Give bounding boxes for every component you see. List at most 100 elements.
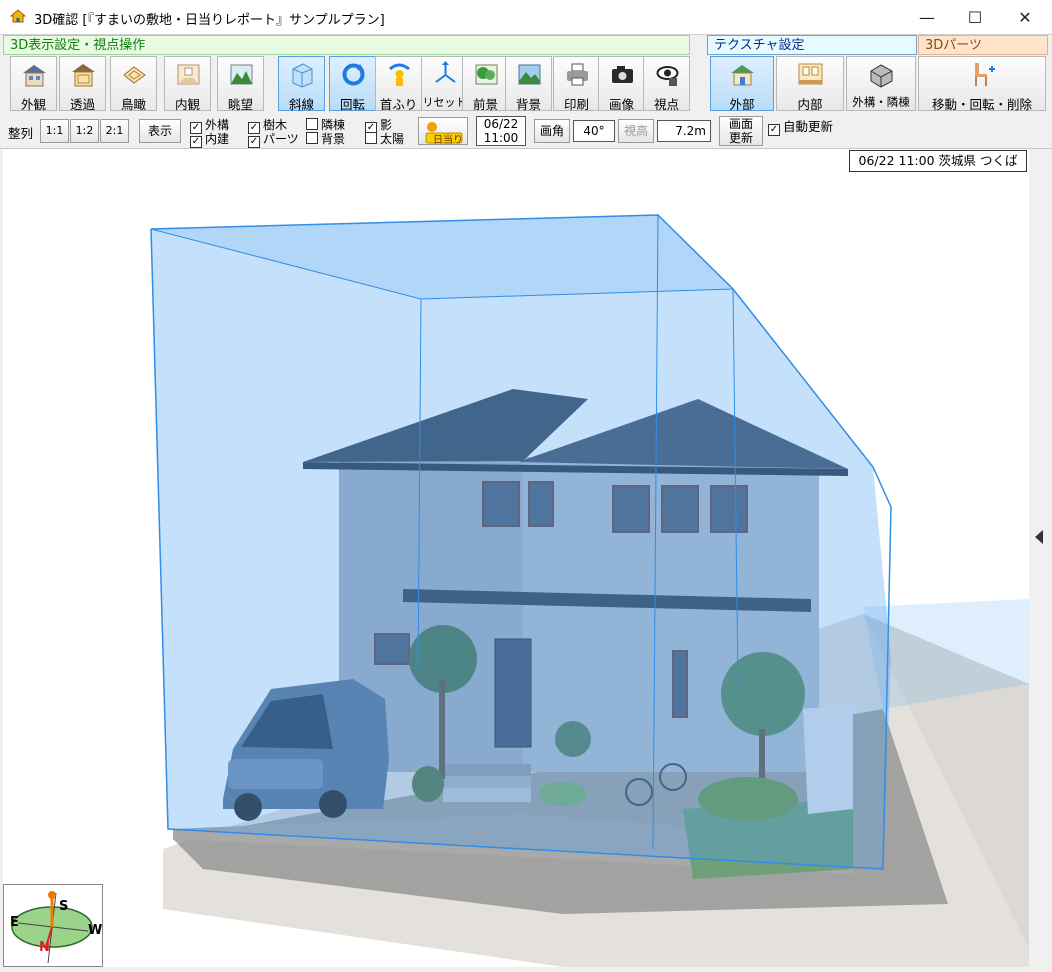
section-view-ops: 3D表示設定・視点操作 [3,35,690,55]
rotate-button[interactable]: 回転 [329,56,376,112]
interior-texture-icon [798,63,823,85]
printer-icon [567,63,588,86]
date-value: 06/22 [483,117,519,131]
checkbox-icon: ✓ [768,124,780,136]
sunlight-label: 日当り [433,135,463,146]
collapse-arrow-icon[interactable] [1033,529,1045,545]
check-background-label: 背景 [321,132,346,146]
exterior-structure-icon [870,64,893,88]
house-exterior-icon [23,65,46,87]
foreground-button[interactable]: 前景 [462,56,509,112]
oblique-line-button[interactable]: 斜線 [278,56,325,112]
exterior-texture-icon [731,65,754,86]
rotate-icon [342,63,365,86]
pan-head-icon [389,63,410,86]
check-built-in[interactable]: ✓ 内建 [190,130,229,148]
background-button[interactable]: 背景 [505,56,552,112]
birds-eye-icon [123,66,146,84]
interior-view-button[interactable]: 内観 [164,56,211,112]
background-icon [518,64,541,85]
compass-north: N [39,940,50,955]
section-3d-parts[interactable]: 3Dパーツ [918,35,1048,55]
ratio-1-1-button[interactable]: 1:1 [40,119,69,143]
foreground-label: 前景 [472,97,498,112]
exterior-texture-label: 外部 [729,97,755,112]
reset-icon [435,61,456,83]
auto-refresh-checkbox[interactable]: ✓ 自動更新 [768,116,833,136]
sunlight-button[interactable]: 日当り [418,117,468,146]
transparent-view-label: 透過 [69,97,95,112]
landscape-icon [230,64,253,85]
birds-eye-view-button[interactable]: 鳥瞰 [110,56,157,112]
display-button[interactable]: 表示 [139,119,181,143]
landscape-view-label: 眺望 [227,97,253,112]
exterior-texture-button[interactable]: 外部 [710,56,774,112]
landscape-view-button[interactable]: 眺望 [217,56,264,112]
move-rotate-delete-button[interactable]: 移動・回転・削除 [918,56,1046,112]
print-button[interactable]: 印刷 [553,56,600,112]
move-rotate-delete-label: 移動・回転・削除 [931,97,1032,112]
viewpoint-label: 視点 [653,97,679,112]
title-bar: 3D確認 [『すまいの敷地・日当りレポート』サンプルプラン] — ☐ ✕ [0,0,1052,35]
rotate-label: 回転 [339,97,365,112]
3d-viewport[interactable]: 06/22 11:00 茨城県 つくば [3,149,1029,967]
viewpoint-button[interactable]: 視点 [643,56,690,112]
exterior-view-button[interactable]: 外観 [10,56,57,112]
checkbox-icon: ✓ [248,136,260,148]
angle-input[interactable]: 40° [573,120,615,142]
oblique-line-label: 斜線 [288,97,314,112]
checkbox-icon [306,132,318,144]
eye-height-input[interactable]: 7.2m [657,120,711,142]
transparent-view-button[interactable]: 透過 [59,56,106,112]
reset-label: リセット [422,96,467,109]
interior-view-label: 内観 [174,97,200,112]
check-parts[interactable]: ✓ パーツ [248,130,299,148]
compass-west: W [88,923,103,938]
house-transparent-icon [72,64,95,87]
refresh-screen-button[interactable]: 画面 更新 [719,116,763,146]
exterior-structure-button[interactable]: 外構・隣棟 [846,56,916,111]
checkbox-icon: ✓ [190,136,202,148]
right-panel-bar[interactable] [1029,149,1049,967]
app-house-icon [10,9,26,23]
align-label: 整列 [8,126,34,141]
main-toolbar: 外観 透過 鳥瞰 内観 眺望 斜線 回転 首ふり リセット 前景 背景 印刷 画… [0,56,1052,112]
window-title: 3D確認 [『すまいの敷地・日当りレポート』サンプルプラン] [34,13,385,28]
exterior-view-label: 外観 [20,97,46,112]
interior-texture-button[interactable]: 内部 [776,56,844,112]
maximize-button[interactable]: ☐ [952,0,998,34]
check-parts-label: パーツ [263,132,299,146]
chair-move-icon [975,63,995,86]
secondary-toolbar: 整列 1:1 1:2 2:1 表示 ✓ 外構 ✓ 内建 ✓ 樹木 ✓ パーツ 隣棟 背景… [0,114,1052,149]
pan-head-label: 首ふり [379,97,418,112]
checkbox-icon [365,132,377,144]
close-button[interactable]: ✕ [1002,0,1048,34]
image-label: 画像 [608,97,634,112]
image-button[interactable]: 画像 [598,56,645,112]
birds-eye-view-label: 鳥瞰 [120,97,146,112]
ratio-1-2-button[interactable]: 1:2 [70,119,99,143]
refresh-bottom-label: 更新 [728,131,753,145]
pan-head-button[interactable]: 首ふり [375,56,422,112]
date-location-label: 06/22 11:00 茨城県 つくば [849,150,1027,172]
compass-east: E [10,915,19,930]
minimize-button[interactable]: — [904,0,950,34]
date-time-field[interactable]: 06/22 11:00 [476,116,526,146]
check-sun[interactable]: 太陽 [365,130,404,147]
refresh-top-label: 画面 [728,117,753,131]
interior-texture-label: 内部 [797,97,823,112]
reset-button[interactable]: リセット [421,56,468,111]
interior-icon [177,64,200,85]
checkbox-icon [306,118,318,130]
check-background[interactable]: 背景 [306,130,345,147]
background-label: 背景 [515,97,541,112]
print-label: 印刷 [563,97,589,112]
section-texture[interactable]: テクスチャ設定 [707,35,917,55]
viewpoint-eye-icon [656,66,679,86]
camera-icon [612,66,633,83]
ratio-2-1-button[interactable]: 2:1 [100,119,129,143]
compass: S E W N [3,884,103,967]
check-built-in-label: 内建 [205,132,230,146]
3d-scene [150,214,1029,967]
angle-label: 画角 [534,119,570,143]
